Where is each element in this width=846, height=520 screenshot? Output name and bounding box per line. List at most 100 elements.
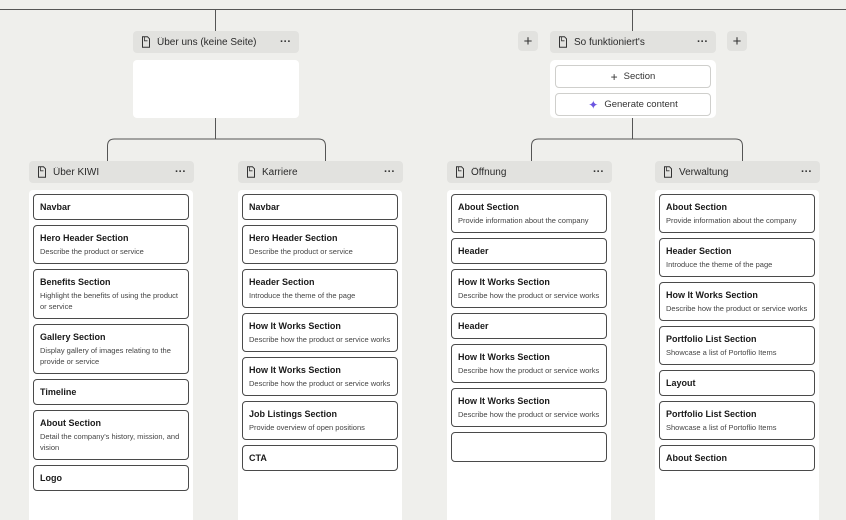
add-section-button[interactable]: + Section xyxy=(555,65,711,88)
section-card[interactable]: Layout xyxy=(659,370,815,396)
section-list-oeffnung: About Section Provide information about t… xyxy=(447,190,611,520)
section-list-karriere: Navbar Hero Header Section Describe the p… xyxy=(238,190,402,520)
section-title: Header Section xyxy=(666,246,732,256)
section-title: Benefits Section xyxy=(40,277,111,287)
section-title: About Section xyxy=(666,453,727,463)
section-title: Header xyxy=(458,321,489,331)
section-card[interactable]: Hero Header Section Describe the product … xyxy=(242,225,398,264)
section-title: About Section xyxy=(40,418,101,428)
document-icon xyxy=(456,166,464,178)
page-node-title: Über KIWI xyxy=(53,166,100,178)
section-description: Highlight the benefits of using the prod… xyxy=(40,291,179,311)
section-description: Describe how the product or service work… xyxy=(458,291,600,300)
section-description: Introduce the theme of the page xyxy=(666,260,773,269)
section-title: Gallery Section xyxy=(40,332,106,342)
sparkle-icon: ✦ xyxy=(588,97,599,112)
page-node-title: So funktioniert's xyxy=(574,36,645,48)
section-description: Provide overview of open positions xyxy=(249,423,365,432)
page-node-title: Öffnung xyxy=(471,166,507,178)
section-description: Introduce the theme of the page xyxy=(249,291,356,300)
page-node-ueber-kiwi[interactable]: Über KIWI ··· xyxy=(29,161,194,183)
document-icon xyxy=(664,166,672,178)
section-title: Portfolio List Section xyxy=(666,409,757,419)
section-card[interactable]: Navbar xyxy=(33,194,189,220)
section-card[interactable]: About Section Detail the company's histor… xyxy=(33,410,189,460)
section-card[interactable]: Navbar xyxy=(242,194,398,220)
section-title: How It Works Section xyxy=(249,321,341,331)
section-card[interactable]: How It Works Section Describe how the pro… xyxy=(451,388,607,427)
page-node-verwaltung[interactable]: Verwaltung ··· xyxy=(655,161,820,183)
section-title: Hero Header Section xyxy=(40,233,129,243)
section-card[interactable]: How It Works Section Describe how the pro… xyxy=(242,357,398,396)
section-title: Header Section xyxy=(249,277,315,287)
page-node-title: Über uns (keine Seite) xyxy=(157,36,257,48)
section-card[interactable]: Header Section Introduce the theme of the… xyxy=(659,238,815,277)
section-description: Describe the product or service xyxy=(249,247,353,256)
page-node-oeffnung[interactable]: Öffnung ··· xyxy=(447,161,612,183)
section-title: Navbar xyxy=(249,202,280,212)
more-options-button[interactable]: ··· xyxy=(697,36,708,48)
section-card[interactable]: Gallery Section Display gallery of images… xyxy=(33,324,189,374)
section-title: How It Works Section xyxy=(666,290,758,300)
section-card[interactable]: About Section Provide information about t… xyxy=(451,194,607,233)
more-options-button[interactable]: ··· xyxy=(801,166,812,178)
section-title: How It Works Section xyxy=(458,352,550,362)
section-description: Describe how the product or service work… xyxy=(458,410,600,419)
section-list-ueber-kiwi: Navbar Hero Header Section Describe the p… xyxy=(29,190,193,520)
section-description: Describe how the product or service work… xyxy=(666,304,808,313)
section-title: Hero Header Section xyxy=(249,233,338,243)
more-options-button[interactable]: ··· xyxy=(384,166,395,178)
section-card[interactable]: Job Listings Section Provide overview of … xyxy=(242,401,398,440)
section-card[interactable]: Timeline xyxy=(33,379,189,405)
empty-page-content xyxy=(133,60,299,118)
section-title: CTA xyxy=(249,453,267,463)
add-page-left-button[interactable]: + xyxy=(518,31,538,51)
section-card[interactable]: CTA xyxy=(242,445,398,471)
section-list-verwaltung: About Section Provide information about t… xyxy=(655,190,819,520)
section-card[interactable]: Header Section Introduce the theme of the… xyxy=(242,269,398,308)
section-card[interactable]: About Section xyxy=(659,445,815,471)
section-description: Showcase a list of Portoflio Items xyxy=(666,348,777,357)
section-description: Describe how the product or service work… xyxy=(249,379,391,388)
more-options-button[interactable]: ··· xyxy=(593,166,604,178)
section-card[interactable]: Portfolio List Section Showcase a list of… xyxy=(659,401,815,440)
section-card[interactable]: Benefits Section Highlight the benefits o… xyxy=(33,269,189,319)
page-node-so-funktionierts[interactable]: So funktioniert's ··· xyxy=(550,31,716,53)
section-title: Portfolio List Section xyxy=(666,334,757,344)
section-title: About Section xyxy=(666,202,727,212)
section-title: Layout xyxy=(666,378,696,388)
section-card[interactable]: Header xyxy=(451,238,607,264)
section-title: How It Works Section xyxy=(458,277,550,287)
page-node-karriere[interactable]: Karriere ··· xyxy=(238,161,403,183)
section-card[interactable] xyxy=(451,432,607,462)
section-description: Display gallery of images relating to th… xyxy=(40,346,171,366)
section-description: Provide information about the company xyxy=(666,216,797,225)
document-icon xyxy=(142,36,150,48)
section-card[interactable]: How It Works Section Describe how the pro… xyxy=(242,313,398,352)
section-description: Describe how the product or service work… xyxy=(249,335,391,344)
section-card[interactable]: About Section Provide information about t… xyxy=(659,194,815,233)
add-page-right-button[interactable]: + xyxy=(727,31,747,51)
section-title: Job Listings Section xyxy=(249,409,338,419)
section-card[interactable]: Portfolio List Section Showcase a list of… xyxy=(659,326,815,365)
section-description: Showcase a list of Portoflio Items xyxy=(666,423,777,432)
more-options-button[interactable]: ··· xyxy=(175,166,186,178)
add-section-label: Section xyxy=(623,71,656,82)
generate-content-button[interactable]: ✦ Generate content xyxy=(555,93,711,116)
plus-icon: + xyxy=(610,69,618,84)
section-description: Provide information about the company xyxy=(458,216,589,225)
more-options-button[interactable]: ··· xyxy=(280,36,291,48)
page-actions-panel: + Section ✦ Generate content xyxy=(550,60,716,118)
section-title: Header xyxy=(458,246,489,256)
section-card[interactable]: How It Works Section Describe how the pro… xyxy=(451,344,607,383)
section-title: Logo xyxy=(40,473,62,483)
section-card[interactable]: How It Works Section Describe how the pro… xyxy=(451,269,607,308)
section-description: Detail the company's history, mission, a… xyxy=(40,432,180,452)
section-card[interactable]: How It Works Section Describe how the pro… xyxy=(659,282,815,321)
section-card[interactable]: Logo xyxy=(33,465,189,491)
section-card[interactable]: Header xyxy=(451,313,607,339)
section-card[interactable]: Hero Header Section Describe the product … xyxy=(33,225,189,264)
document-icon xyxy=(559,36,567,48)
generate-content-label: Generate content xyxy=(604,99,678,110)
page-node-ueber-uns[interactable]: Über uns (keine Seite) ··· xyxy=(133,31,299,53)
